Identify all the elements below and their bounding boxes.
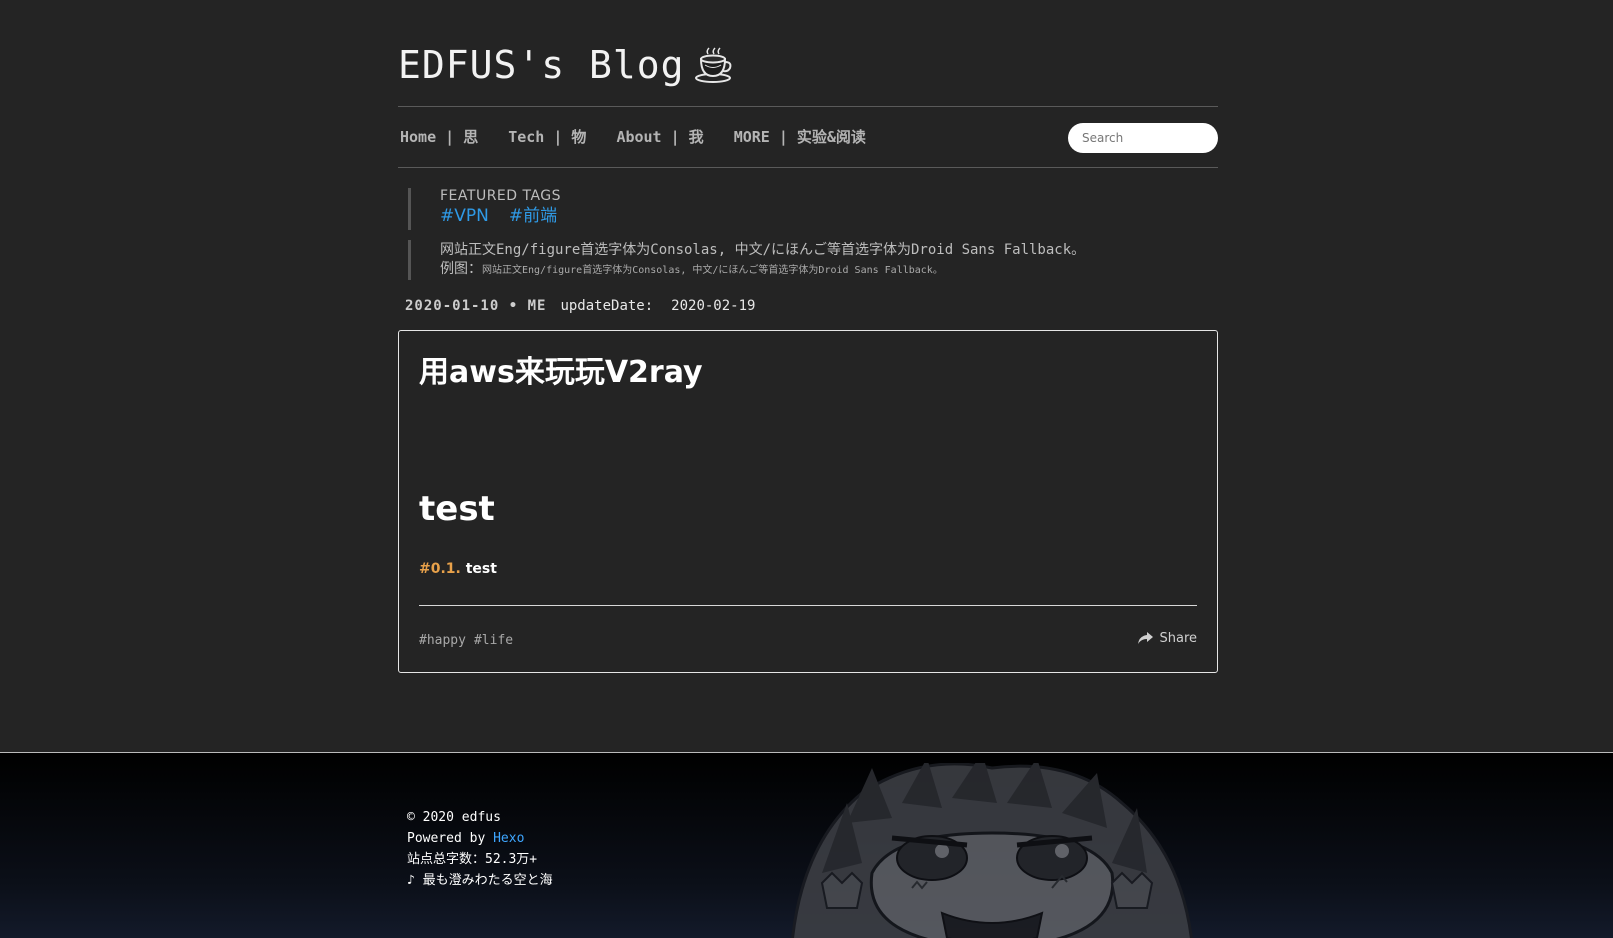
nav-item-tech[interactable]: Tech | 物 xyxy=(508,126,586,147)
post-tag-life[interactable]: #life xyxy=(474,633,513,648)
site-footer: © 2020 edfus Powered by Hexo 站点总字数：52.3万… xyxy=(0,752,1613,938)
nav-item-home[interactable]: Home | 思 xyxy=(400,126,478,147)
nav-item-more[interactable]: MORE | 实验&阅读 xyxy=(734,126,866,147)
footer-powered-by: Powered by Hexo xyxy=(407,828,553,849)
share-icon xyxy=(1138,632,1154,644)
update-date-label: updateDate: xyxy=(560,298,654,314)
featured-tags-list: #VPN #前端 xyxy=(440,204,561,228)
font-notice: 网站正文Eng/figure首选字体为Consolas, 中文/にほんご等首选字… xyxy=(408,240,1200,280)
header-divider xyxy=(398,106,1218,107)
post-heading: test xyxy=(419,489,495,529)
post-card: 用aws来玩玩V2ray test #0.1. test #happy #lif… xyxy=(398,330,1218,673)
font-notice-text: 网站正文Eng/figure首选字体为Consolas, 中文/にほんご等首选字… xyxy=(440,242,1086,258)
footer-word-count: 站点总字数：52.3万+ xyxy=(407,852,538,867)
footer-copyright: © 2020 edfus xyxy=(407,810,501,825)
main-nav: Home | 思 Tech | 物 About | 我 MORE | 实验&阅读 xyxy=(400,126,866,147)
footer-powered-prefix: Powered by xyxy=(407,831,486,846)
featured-tags-label: FEATURED TAGS xyxy=(440,188,562,204)
post-meta: 2020-01-10 • ME updateDate: 2020-02-19 xyxy=(405,298,755,314)
post-tag-happy[interactable]: #happy xyxy=(419,633,466,648)
featured-tag-frontend[interactable]: #前端 xyxy=(509,204,557,228)
footer-hexo-link[interactable]: Hexo xyxy=(493,831,524,846)
post-date-author: 2020-01-10 • ME xyxy=(405,298,547,314)
share-button[interactable]: Share xyxy=(1138,631,1197,646)
font-notice-example: 例图：网站正文Eng/figure首选字体为Consolas, 中文/にほんご等… xyxy=(440,260,1200,280)
footer-info: © 2020 edfus Powered by Hexo 站点总字数：52.3万… xyxy=(407,807,553,891)
post-divider xyxy=(419,605,1197,606)
footer-music[interactable]: ♪ 最も澄みわたる空と海 xyxy=(407,870,553,891)
toc-text: test xyxy=(465,561,497,577)
post-tags: #happy #life xyxy=(419,633,513,648)
footer-character-illustration xyxy=(791,763,1193,938)
site-title[interactable]: EDFUS's Blog xyxy=(398,40,733,90)
post-title[interactable]: 用aws来玩玩V2ray xyxy=(419,347,703,391)
font-notice-example-text: 网站正文Eng/figure首选字体为Consolas, 中文/にほんご等首选字… xyxy=(482,265,943,276)
site-title-text: EDFUS's Blog xyxy=(398,43,685,87)
toc-item[interactable]: #0.1. test xyxy=(419,561,497,577)
coffee-cup-icon xyxy=(694,47,731,83)
toc-number: #0.1. xyxy=(419,561,461,577)
nav-divider xyxy=(398,167,1218,168)
featured-tags: FEATURED TAGS #VPN #前端 xyxy=(408,188,561,230)
featured-tag-vpn[interactable]: #VPN xyxy=(440,204,489,228)
font-notice-example-label: 例图： xyxy=(440,261,482,277)
update-date-value: 2020-02-19 xyxy=(671,298,756,314)
search-input[interactable] xyxy=(1068,123,1218,153)
share-label: Share xyxy=(1159,631,1197,646)
nav-item-about[interactable]: About | 我 xyxy=(616,126,703,147)
